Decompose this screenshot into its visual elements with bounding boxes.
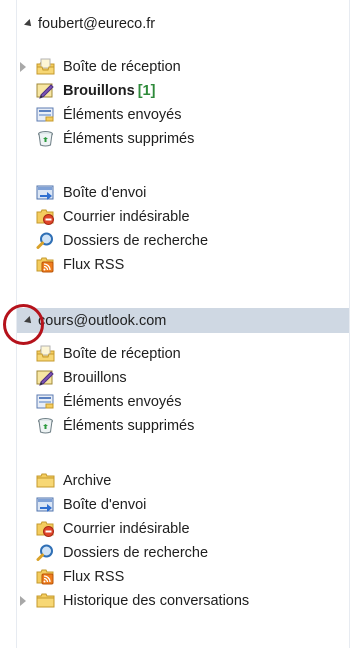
folder-label: Courrier indésirable <box>63 521 190 537</box>
folder-sent-items[interactable]: Éléments envoyés <box>17 390 349 414</box>
inbox-icon <box>36 58 55 75</box>
expand-chevron-icon[interactable] <box>20 62 26 72</box>
folder-label: Flux RSS <box>63 569 125 585</box>
outbox-icon <box>36 497 54 512</box>
folder-label: Flux RSS <box>63 257 125 273</box>
folder-outbox[interactable]: Boîte d'envoi <box>17 181 349 205</box>
folder-label: Brouillons <box>63 370 127 386</box>
folder-label: Éléments supprimés <box>63 131 195 147</box>
account-email: foubert@eureco.fr <box>38 15 156 32</box>
archive-folder-icon <box>36 473 55 488</box>
folder-label: Boîte d'envoi <box>63 497 147 513</box>
folder-label: Éléments envoyés <box>63 107 182 123</box>
folder-drafts[interactable]: Brouillons <box>17 366 349 390</box>
deleted-items-icon <box>38 418 53 434</box>
folder-label: Historique des conversations <box>63 593 250 609</box>
folder-label: Dossiers de recherche <box>63 233 209 249</box>
expand-chevron-icon[interactable] <box>20 596 26 606</box>
drafts-icon <box>36 83 54 99</box>
folder-inbox[interactable]: Boîte de réception <box>17 342 349 366</box>
folder-label: Boîte de réception <box>63 346 181 362</box>
search-folders-icon <box>36 544 53 561</box>
folder-search-folders[interactable]: Dossiers de recherche <box>17 541 349 565</box>
rss-feeds-icon <box>36 569 54 585</box>
folder-junk-mail[interactable]: Courrier indésirable <box>17 517 349 541</box>
folder-junk-mail[interactable]: Courrier indésirable <box>17 205 349 229</box>
folder-sent-items[interactable]: Éléments envoyés <box>17 103 349 127</box>
folder-rss-feeds[interactable]: Flux RSS <box>17 253 349 277</box>
unread-count-badge: [1] <box>137 83 156 99</box>
folder-inbox[interactable]: Boîte de réception <box>17 55 349 79</box>
rss-feeds-icon <box>36 257 54 273</box>
folder-label: Boîte d'envoi <box>63 185 147 201</box>
account-header-cours[interactable]: cours@outlook.com <box>17 308 349 333</box>
outbox-icon <box>36 185 54 200</box>
inbox-icon <box>36 345 55 362</box>
folder-deleted-items[interactable]: Éléments supprimés <box>17 127 349 151</box>
folder-label: Éléments envoyés <box>63 394 182 410</box>
junk-mail-icon <box>36 209 54 225</box>
folder-label: Dossiers de recherche <box>63 545 209 561</box>
search-folders-icon <box>36 232 53 249</box>
folder-outbox[interactable]: Boîte d'envoi <box>17 493 349 517</box>
collapse-triangle-icon[interactable] <box>24 18 34 29</box>
folder-pane: foubert@eureco.fr Boîte de réception Bro… <box>16 0 350 648</box>
folder-drafts[interactable]: Brouillons [1] <box>17 79 349 103</box>
highlight-circle <box>3 304 44 345</box>
folder-label: Archive <box>63 473 112 489</box>
folder-deleted-items[interactable]: Éléments supprimés <box>17 414 349 438</box>
folder-archive[interactable]: Archive <box>17 469 349 493</box>
account-email: cours@outlook.com <box>38 312 167 329</box>
drafts-icon <box>36 370 54 386</box>
account-header-foubert[interactable]: foubert@eureco.fr <box>17 11 349 36</box>
folder-search-folders[interactable]: Dossiers de recherche <box>17 229 349 253</box>
deleted-items-icon <box>38 131 53 147</box>
folder-rss-feeds[interactable]: Flux RSS <box>17 565 349 589</box>
folder-label: Courrier indésirable <box>63 209 190 225</box>
folder-icon <box>36 593 55 608</box>
sent-items-icon <box>36 394 54 409</box>
folder-conversation-history[interactable]: Historique des conversations <box>17 589 349 613</box>
folder-label: Brouillons <box>63 83 135 99</box>
folder-label: Éléments supprimés <box>63 418 195 434</box>
folder-label: Boîte de réception <box>63 59 181 75</box>
sent-items-icon <box>36 107 54 122</box>
junk-mail-icon <box>36 521 54 537</box>
